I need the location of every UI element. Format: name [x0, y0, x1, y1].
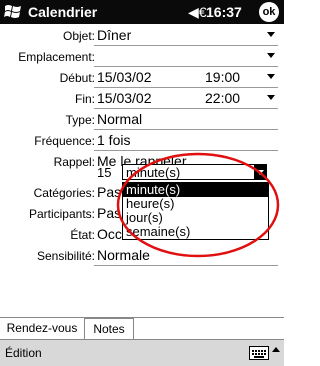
fin-row: Fin: 15/03/02 22:00 — [0, 89, 284, 109]
tab-notes[interactable]: Notes — [85, 318, 134, 340]
dropdown-option-minutes[interactable]: minute(s) — [123, 183, 268, 197]
dropdown-option-semaines[interactable]: semaine(s) — [123, 225, 268, 239]
windows-flag-icon[interactable] — [3, 2, 24, 22]
etat-label: État: — [70, 228, 95, 242]
tab-bar: Rendez-vous Notes — [0, 317, 284, 340]
input-panel-arrow-up-icon[interactable] — [272, 347, 280, 352]
categories-label: Catégories: — [33, 186, 95, 200]
ok-button[interactable]: ok — [259, 2, 279, 22]
participants-field[interactable]: Pas — [97, 205, 121, 221]
emplacement-label: Emplacement: — [18, 50, 95, 64]
frequence-row: Fréquence: 1 fois — [0, 131, 284, 151]
debut-row: Début: 15/03/02 19:00 — [0, 68, 284, 88]
objet-field[interactable]: Dîner — [97, 27, 131, 43]
rappel-unit-dropdown-button[interactable] — [254, 164, 267, 180]
debut-date-field[interactable]: 15/03/02 — [97, 69, 152, 85]
speaker-icon[interactable]: ◀€ — [188, 4, 207, 21]
type-field[interactable]: Normal — [97, 111, 142, 127]
fin-label: Fin: — [74, 92, 95, 106]
clock[interactable]: 16:37 — [206, 4, 242, 20]
debut-time-field[interactable]: 19:00 — [205, 69, 240, 85]
frequence-field[interactable]: 1 fois — [97, 132, 130, 148]
rappel-count-field[interactable]: 15 — [97, 165, 111, 180]
categories-field[interactable]: Pas — [97, 184, 121, 200]
emplacement-dropdown-arrow-icon[interactable] — [267, 53, 275, 58]
tab-rendez-vous[interactable]: Rendez-vous — [0, 318, 85, 339]
rappel-label: Rappel: — [53, 155, 95, 169]
fin-date-field[interactable]: 15/03/02 — [97, 90, 152, 106]
objet-label: Objet: — [62, 29, 95, 43]
rappel-unit-dropdown-list: minute(s) heure(s) jour(s) semaine(s) — [122, 182, 269, 240]
keyboard-icon[interactable] — [249, 346, 269, 360]
sensibilite-label: Sensibilité: — [36, 249, 95, 263]
objet-row: Objet: Dîner — [0, 26, 284, 46]
type-row: Type: Normal — [0, 110, 284, 130]
sensibilite-row: Sensibilité: Normale — [0, 246, 284, 266]
chevron-down-icon — [256, 170, 264, 175]
participants-label: Participants: — [28, 207, 95, 221]
emplacement-row: Emplacement: — [0, 47, 284, 67]
debut-dropdown-arrow-icon[interactable] — [267, 74, 275, 79]
type-label: Type: — [65, 113, 95, 127]
dropdown-option-jours[interactable]: jour(s) — [123, 211, 268, 225]
app-title: Calendrier — [28, 4, 98, 20]
rappel-unit-select[interactable]: minute(s) — [122, 164, 267, 180]
frequence-label: Fréquence: — [34, 134, 95, 148]
menu-bar: Édition — [0, 339, 284, 366]
title-bar: Calendrier ◀€ 16:37 ok — [0, 0, 284, 24]
fin-time-field[interactable]: 22:00 — [205, 90, 240, 106]
debut-label: Début: — [59, 71, 95, 85]
fin-dropdown-arrow-icon[interactable] — [267, 95, 275, 100]
dropdown-option-heures[interactable]: heure(s) — [123, 197, 268, 211]
menu-edition[interactable]: Édition — [5, 346, 42, 360]
objet-dropdown-arrow-icon[interactable] — [267, 32, 275, 37]
sensibilite-field[interactable]: Normale — [97, 247, 150, 263]
